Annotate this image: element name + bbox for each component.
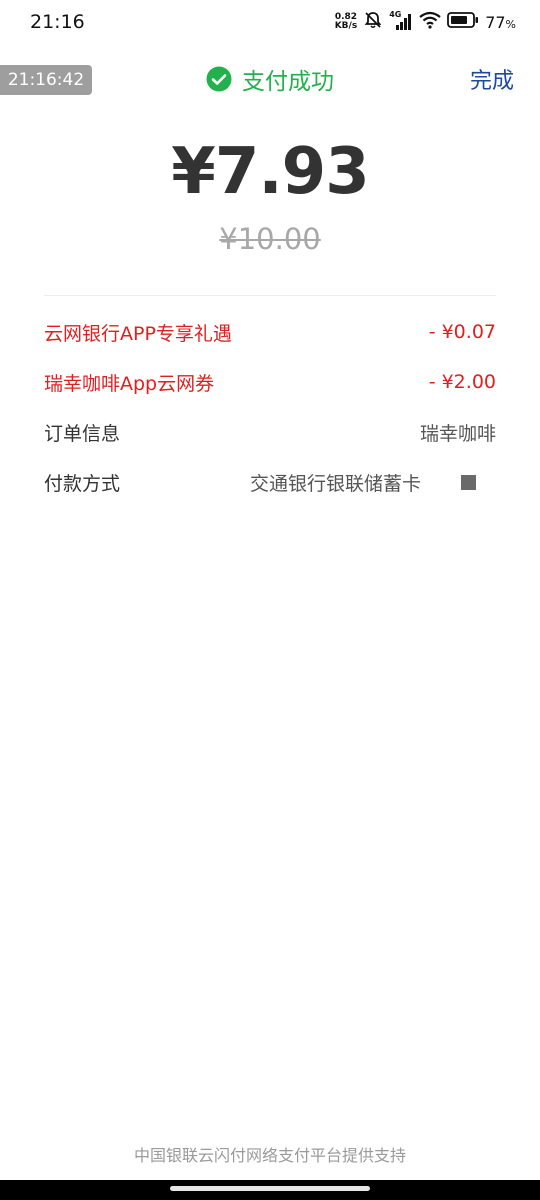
payment-method-label: 付款方式 [44, 472, 121, 495]
page-title: 支付成功 [206, 62, 334, 96]
bank-card-icon [461, 475, 476, 490]
battery-icon [447, 12, 479, 32]
navigation-bar [0, 1180, 540, 1200]
original-amount: ¥10.00 [219, 222, 321, 256]
discount-row: 云网银行APP专享礼遇 - ¥0.07 [44, 317, 496, 347]
status-bar: 21:16 0.82 KB/s 4G 77% [0, 0, 540, 44]
status-icons: 0.82 KB/s 4G 77% [335, 10, 516, 34]
payment-method-value: 交通银行银联储蓄卡 [250, 472, 422, 495]
paid-amount: ¥7.93 [171, 135, 369, 209]
battery-percent-value: 77 [485, 12, 506, 32]
discount-value: - ¥2.00 [428, 371, 496, 393]
mute-bell-icon [363, 10, 383, 34]
divider [44, 295, 496, 296]
payment-method-row: 付款方式 交通银行银联储蓄卡 [44, 467, 496, 497]
discount-label: 云网银行APP专享礼遇 [44, 322, 232, 345]
network-speed-unit: KB/s [334, 21, 358, 31]
discount-row: 瑞幸咖啡App云网券 - ¥2.00 [44, 367, 496, 397]
discount-value: - ¥0.07 [428, 321, 496, 343]
footer-support-text: 中国银联云闪付网络支付平台提供支持 [133, 1146, 406, 1165]
wifi-icon [419, 11, 441, 33]
success-check-icon [206, 66, 232, 92]
timestamp-badge: 21:16:42 [0, 65, 92, 95]
order-info-label: 订单信息 [44, 422, 121, 445]
discount-label: 瑞幸咖啡App云网券 [44, 372, 215, 395]
page-title-text: 支付成功 [242, 69, 334, 95]
battery-percent-unit: % [505, 17, 516, 31]
cell-signal-icon: 4G [389, 10, 413, 32]
order-info-value: 瑞幸咖啡 [419, 422, 496, 445]
battery-percent: 77% [485, 13, 516, 32]
order-info-row: 订单信息 瑞幸咖啡 [44, 417, 496, 447]
status-time: 21:16 [30, 11, 85, 33]
network-speed: 0.82 KB/s [335, 13, 357, 31]
home-gesture-handle[interactable] [170, 1186, 370, 1191]
done-button[interactable]: 完成 [470, 63, 514, 95]
